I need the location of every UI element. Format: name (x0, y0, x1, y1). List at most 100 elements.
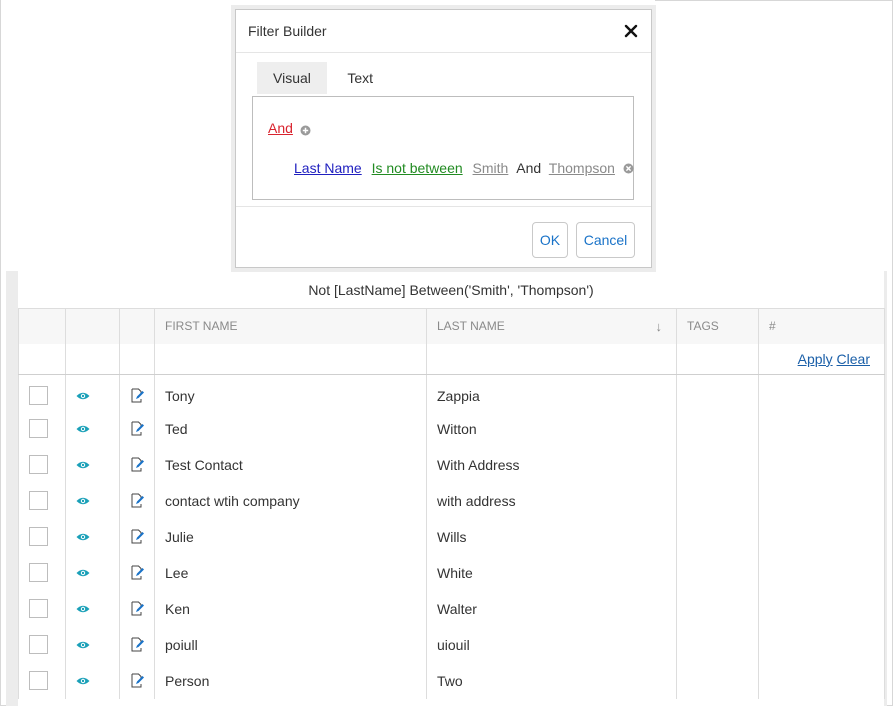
actions-cell (758, 590, 885, 627)
edit-pencil-icon[interactable] (130, 388, 144, 403)
condition-value-start[interactable]: Smith (473, 160, 509, 176)
group-operator-link[interactable]: And (268, 120, 293, 136)
condition-field-link[interactable]: Last Name (294, 160, 362, 176)
row-edit-cell (119, 554, 155, 591)
tags-cell (676, 482, 759, 519)
row-select-cell (18, 554, 66, 591)
filter-cell-actions: Apply Clear (758, 343, 885, 375)
view-eye-icon[interactable] (76, 391, 109, 401)
table-row: Test Contact With Address (18, 446, 885, 483)
first-name-header-label: FIRST NAME (165, 319, 238, 334)
filter-cell-view (65, 343, 120, 375)
last-name-column-header[interactable]: LAST NAME ↓ (426, 308, 677, 344)
row-select-cell (18, 374, 66, 411)
edit-pencil-icon[interactable] (130, 457, 144, 472)
close-icon[interactable] (621, 21, 641, 41)
row-checkbox[interactable] (29, 671, 48, 690)
row-edit-cell (119, 590, 155, 627)
edit-pencil-icon[interactable] (130, 565, 144, 580)
view-eye-icon[interactable] (76, 496, 109, 506)
cancel-button[interactable]: Cancel (576, 222, 635, 258)
tags-cell (676, 410, 759, 447)
row-checkbox[interactable] (29, 635, 48, 654)
dialog-tabs: Visual Text (257, 62, 389, 94)
row-select-cell (18, 662, 66, 699)
edit-pencil-icon[interactable] (130, 673, 144, 688)
view-eye-icon[interactable] (76, 532, 109, 542)
tags-cell (676, 518, 759, 555)
table-row: Ted Witton (18, 410, 885, 447)
view-eye-icon[interactable] (76, 568, 109, 578)
tags-column-header[interactable]: TAGS (676, 308, 759, 344)
row-checkbox[interactable] (29, 491, 48, 510)
view-eye-icon[interactable] (76, 460, 109, 470)
sort-descending-icon[interactable]: ↓ (656, 319, 663, 334)
tags-header-label: TAGS (687, 319, 719, 334)
apply-link[interactable]: Apply (798, 351, 833, 367)
row-checkbox[interactable] (29, 455, 48, 474)
row-edit-cell (119, 446, 155, 483)
table-row: Julie Wills (18, 518, 885, 555)
row-edit-cell (119, 482, 155, 519)
actions-cell (758, 482, 885, 519)
last-name-cell: Walter (426, 590, 677, 627)
row-view-cell (65, 482, 120, 519)
dialog-footer: OK Cancel (236, 206, 651, 267)
row-view-cell (65, 554, 120, 591)
table-row: Ken Walter (18, 590, 885, 627)
view-eye-icon[interactable] (76, 676, 109, 686)
clear-link[interactable]: Clear (837, 351, 870, 367)
edit-column-header (119, 308, 155, 344)
condition-value-end[interactable]: Thompson (549, 160, 615, 176)
row-select-cell (18, 446, 66, 483)
add-condition-icon[interactable] (300, 123, 311, 141)
last-name-cell: White (426, 554, 677, 591)
filter-expression-text: Not [LastName] Between('Smith', 'Thompso… (308, 282, 594, 298)
filter-builder-area: And Last Name Is not between Smith And T… (252, 96, 634, 200)
row-checkbox[interactable] (29, 386, 48, 406)
tab-text[interactable]: Text (331, 62, 389, 94)
last-name-header-label: LAST NAME (437, 318, 505, 333)
row-select-cell (18, 482, 66, 519)
tags-cell (676, 662, 759, 699)
last-name-cell: Zappia (426, 374, 677, 411)
filter-condition: Last Name Is not between Smith And Thomp… (294, 160, 634, 177)
edit-pencil-icon[interactable] (130, 529, 144, 544)
ok-button[interactable]: OK (532, 222, 568, 258)
row-edit-cell (119, 410, 155, 447)
row-edit-cell (119, 518, 155, 555)
remove-condition-icon[interactable] (623, 161, 634, 177)
condition-operation-link[interactable]: Is not between (372, 160, 463, 176)
first-name-column-header[interactable]: FIRST NAME (154, 308, 427, 344)
tab-visual[interactable]: Visual (257, 62, 327, 94)
filter-cell-first-name (154, 343, 427, 375)
table-body: Tony Zappia Ted Witton Test Contact With Addr… (18, 374, 885, 699)
first-name-cell: Lee (154, 554, 427, 591)
last-name-cell: with address (426, 482, 677, 519)
view-eye-icon[interactable] (76, 604, 109, 614)
grid-panel: Not [LastName] Between('Smith', 'Thompso… (18, 271, 885, 706)
row-checkbox[interactable] (29, 527, 48, 546)
select-column-header (18, 308, 66, 344)
row-checkbox[interactable] (29, 419, 48, 438)
edit-pencil-icon[interactable] (130, 637, 144, 652)
edit-pencil-icon[interactable] (130, 421, 144, 436)
first-name-cell: Test Contact (154, 446, 427, 483)
grid-container: Not [LastName] Between('Smith', 'Thompso… (6, 271, 887, 706)
row-checkbox[interactable] (29, 599, 48, 618)
view-eye-icon[interactable] (76, 424, 109, 434)
filter-row: Apply Clear (18, 343, 885, 375)
actions-cell (758, 374, 885, 411)
row-checkbox[interactable] (29, 563, 48, 582)
row-edit-cell (119, 626, 155, 663)
row-edit-cell (119, 662, 155, 699)
edit-pencil-icon[interactable] (130, 493, 144, 508)
row-view-cell (65, 590, 120, 627)
dialog-header: Filter Builder (236, 10, 651, 53)
view-eye-icon[interactable] (76, 640, 109, 650)
filter-cell-select (18, 343, 66, 375)
filter-cell-tags (676, 343, 759, 375)
actions-cell (758, 518, 885, 555)
row-select-cell (18, 410, 66, 447)
edit-pencil-icon[interactable] (130, 601, 144, 616)
